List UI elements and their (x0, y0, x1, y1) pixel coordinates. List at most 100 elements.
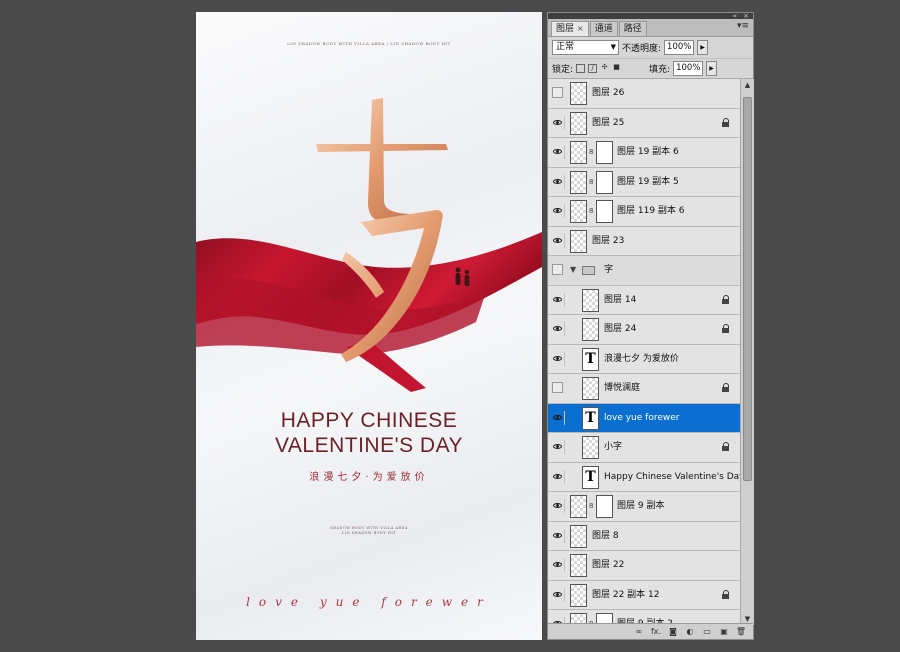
tab-close-icon[interactable]: × (577, 24, 584, 33)
visibility-toggle-empty[interactable] (552, 87, 563, 98)
layer-name: 图层 25 (592, 117, 625, 128)
eye-icon[interactable] (551, 528, 565, 543)
eye-icon[interactable] (551, 440, 565, 454)
script-text: love yue forewer (246, 595, 492, 609)
scroll-up-icon[interactable]: ▲ (741, 79, 754, 91)
lock-label: 锁定: (552, 65, 574, 75)
layer-row[interactable]: 图层 23 (548, 226, 740, 256)
new-layer-icon[interactable]: ▣ (718, 626, 730, 637)
layers-scrollbar[interactable]: ▲ ▼ (740, 79, 754, 625)
lock-position-icon[interactable]: ✣ (600, 64, 609, 73)
layer-thumbnail (582, 318, 599, 341)
visibility-toggle-empty[interactable] (552, 264, 563, 275)
mask-link-icon[interactable]: 8 (589, 207, 593, 215)
fx-icon[interactable]: fx. (650, 626, 662, 637)
lock-pixels-icon[interactable]: / (588, 64, 598, 73)
lock-icon (722, 117, 730, 127)
layer-row[interactable]: 图层 8 (548, 521, 740, 551)
lock-icon (722, 294, 730, 304)
mask-thumbnail[interactable] (596, 200, 613, 223)
mask-thumbnail[interactable] (596, 495, 613, 518)
mask-icon[interactable]: ◙ (667, 626, 679, 637)
layer-row[interactable]: 8 图层 19 副本 5 (548, 167, 740, 197)
mask-link-icon[interactable]: 8 (589, 502, 593, 510)
eye-icon[interactable] (551, 499, 565, 513)
subline: 浪漫七夕·为爱放价 (309, 472, 429, 483)
text-layer-icon: T (582, 465, 599, 489)
headline-line-2: VALENTINE'S DAY (274, 434, 464, 457)
layer-row[interactable]: 8 图层 9 副本 (548, 492, 740, 522)
fill-field[interactable]: 100% (673, 61, 704, 76)
layer-thumbnail (570, 170, 587, 194)
layer-row[interactable]: 博悦澜庭 (548, 374, 740, 404)
layer-thumbnail (582, 288, 599, 312)
tab-layers[interactable]: 图层 × (551, 21, 589, 36)
layer-row[interactable]: 8 图层 119 副本 6 (548, 197, 740, 227)
layers-list: 图层 26 图层 25 8 图层 19 副本 6 8 图层 19 副本 5 8 图层 119 … (548, 79, 740, 625)
layer-row[interactable]: 图层 22 副本 12 (548, 580, 740, 610)
eye-icon[interactable] (551, 145, 565, 159)
layer-thumbnail (570, 554, 587, 577)
fill-slider-button[interactable]: ▶ (706, 61, 718, 76)
layer-row[interactable]: 图层 22 (548, 551, 740, 581)
eye-icon[interactable] (551, 587, 565, 602)
group-icon[interactable]: ▭ (701, 626, 713, 637)
layer-row[interactable]: ▼ 字 (548, 256, 740, 286)
eye-icon[interactable] (551, 204, 565, 218)
layer-row[interactable]: T Happy Chinese Valentine's Day (548, 462, 740, 492)
scroll-thumb[interactable] (743, 97, 752, 481)
lock-all-icon[interactable]: ■ (612, 64, 621, 73)
eye-icon[interactable] (551, 292, 565, 307)
layer-thumbnail (582, 377, 599, 400)
layer-name: 字 (604, 265, 614, 275)
layer-row[interactable]: T 浪漫七夕 为爱放价 (548, 344, 740, 374)
lock-icon (722, 324, 730, 333)
layer-row[interactable]: 图层 25 (548, 108, 740, 138)
eye-icon[interactable] (551, 174, 565, 189)
eye-icon[interactable] (551, 233, 565, 248)
panel-menu-icon[interactable]: ▾≡ (737, 21, 749, 31)
layer-thumbnail (570, 111, 587, 135)
opacity-slider-button[interactable]: ▶ (697, 40, 709, 55)
layer-row[interactable]: 图层 14 (548, 285, 740, 315)
lock-icon (722, 383, 730, 392)
expand-triangle-icon[interactable]: ▼ (570, 265, 576, 274)
mask-thumbnail[interactable] (596, 141, 613, 164)
visibility-toggle-empty[interactable] (552, 382, 563, 393)
mask-link-icon[interactable]: 8 (589, 178, 593, 186)
eye-icon[interactable] (551, 469, 565, 484)
layer-row[interactable]: 小字 (548, 433, 740, 463)
headline-line-1: HAPPY CHINESE (280, 409, 458, 432)
document-canvas[interactable]: LIN SHADOW BODY WITH VILLA AREA / LIN SH… (196, 12, 542, 640)
lock-icon (722, 589, 730, 599)
layer-row[interactable]: 图层 26 (548, 79, 740, 109)
trash-icon[interactable]: 🗑 (735, 626, 747, 637)
poster-artwork (196, 98, 542, 392)
adjustment-icon[interactable]: ◐ (684, 626, 696, 637)
tab-channels[interactable]: 通道 (589, 21, 618, 36)
mask-thumbnail[interactable] (596, 170, 613, 194)
eye-icon[interactable] (551, 351, 565, 366)
mask-link-icon[interactable]: 8 (589, 148, 593, 156)
layer-name: 图层 9 副本 (617, 501, 665, 511)
eye-icon[interactable] (551, 322, 565, 336)
layer-name: 图层 8 (592, 530, 619, 541)
layer-thumbnail (570, 141, 587, 164)
layer-thumbnail (570, 495, 587, 518)
layer-row[interactable]: 图层 24 (548, 315, 740, 345)
layer-name: 小字 (604, 442, 623, 452)
link-icon[interactable]: ∞ (633, 626, 645, 637)
eye-icon[interactable] (551, 115, 565, 130)
layer-thumbnail (570, 229, 587, 253)
chevron-down-icon: ▼ (610, 43, 616, 51)
opacity-field[interactable]: 100% (664, 40, 695, 55)
layer-row[interactable]: Tlove yue forewer (548, 403, 740, 433)
eye-icon[interactable] (551, 558, 565, 572)
layer-row[interactable]: 8 图层 19 副本 6 (548, 138, 740, 168)
layer-name: 图层 119 副本 6 (617, 206, 685, 216)
lock-transparency-icon[interactable] (576, 64, 586, 73)
tab-paths[interactable]: 路径 (618, 21, 647, 36)
eye-icon[interactable] (551, 410, 565, 425)
credit-line-2: LIN SHADOW BODY HIT (341, 531, 397, 535)
blend-mode-select[interactable]: 正常 ▼ (552, 40, 619, 55)
